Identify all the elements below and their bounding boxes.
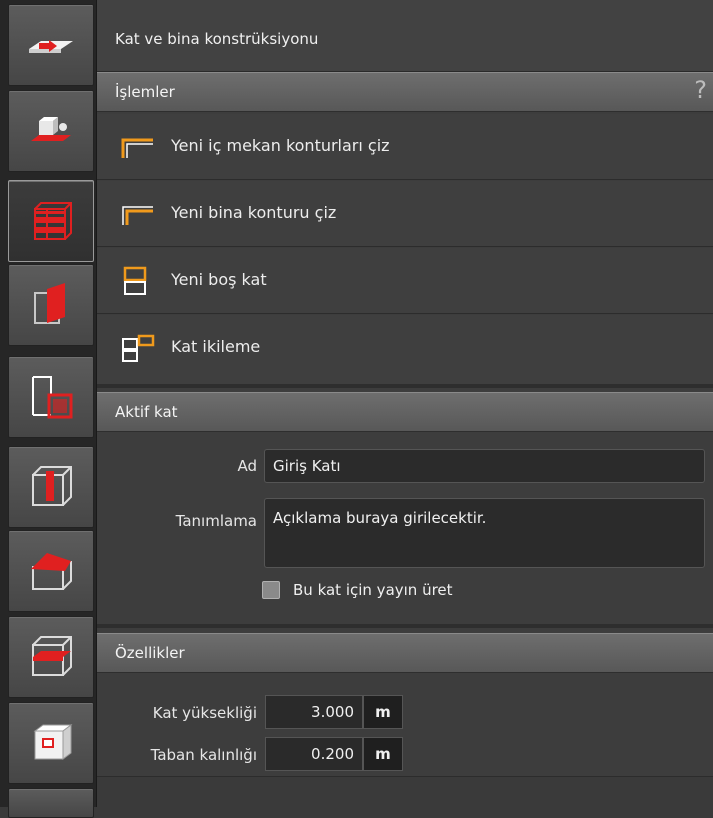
roof-tool-icon <box>31 553 72 590</box>
publish-checkbox-label: Bu kat için yayın üret <box>293 581 453 599</box>
section-divider <box>97 624 713 628</box>
active-floor-header: Aktif kat <box>97 392 713 432</box>
section-divider <box>97 384 713 388</box>
wall-tool-icon <box>34 283 65 324</box>
tool-sidebar <box>0 0 97 818</box>
room-tool-button[interactable] <box>8 356 94 438</box>
room-tool-icon <box>32 376 73 419</box>
column-tool-icon <box>32 466 72 506</box>
floor-description-field[interactable]: Açıklama buraya girilecektir. <box>264 498 705 568</box>
new-empty-floor-button[interactable]: Yeni boş kat <box>97 248 713 314</box>
description-label: Tanımlama <box>175 512 257 530</box>
construction-panel: Kat ve bina konstrüksiyonu İşlemler ? Ye… <box>97 0 713 808</box>
panel-title: Kat ve bina konstrüksiyonu <box>115 30 319 48</box>
base-thickness-input[interactable]: 0.200 <box>265 737 363 771</box>
new-floor-icon <box>123 266 147 295</box>
inner-contour-icon <box>121 138 153 158</box>
roof-tool-button[interactable] <box>8 530 94 612</box>
operations-header: İşlemler ? <box>97 72 713 112</box>
base-thickness-unit: m <box>363 737 403 771</box>
floor-name-field[interactable] <box>264 449 705 483</box>
panel-title-bar: Kat ve bina konstrüksiyonu <box>97 0 713 72</box>
panel-footer <box>97 776 713 808</box>
publish-checkbox[interactable] <box>262 581 280 599</box>
slab-tool-icon <box>32 636 72 676</box>
duplicate-floor-icon <box>122 334 155 362</box>
floor-height-label: Kat yüksekliği <box>152 704 257 722</box>
active-floor-title: Aktif kat <box>115 403 178 421</box>
duplicate-floor-button[interactable]: Kat ikileme <box>97 315 713 384</box>
object-insert-tool-icon <box>31 117 71 141</box>
floor-plan-tool-button[interactable] <box>8 4 94 86</box>
properties-header: Özellikler <box>97 633 713 673</box>
name-label: Ad <box>237 457 257 475</box>
floor-construction-tool-icon <box>34 202 72 240</box>
help-icon[interactable]: ? <box>694 76 707 104</box>
op-label: Yeni boş kat <box>171 270 267 289</box>
floor-construction-tool-button[interactable] <box>8 180 94 262</box>
properties-title: Özellikler <box>115 644 185 662</box>
op-label: Yeni bina konturu çiz <box>171 203 337 222</box>
operations-title: İşlemler <box>115 83 175 101</box>
draw-building-contour-button[interactable]: Yeni bina konturu çiz <box>97 181 713 247</box>
view-tool-icon <box>33 724 73 760</box>
column-tool-button[interactable] <box>8 446 94 528</box>
op-label: Kat ikileme <box>171 337 261 356</box>
draw-inner-contour-button[interactable]: Yeni iç mekan konturları çiz <box>97 114 713 180</box>
floor-height-unit: m <box>363 695 403 729</box>
more-tool-button[interactable] <box>8 788 94 818</box>
object-tool-button[interactable] <box>8 90 94 172</box>
floor-plan-tool-icon <box>29 40 73 53</box>
base-thickness-label: Taban kalınlığı <box>150 746 257 764</box>
slab-tool-button[interactable] <box>8 616 94 698</box>
op-label: Yeni iç mekan konturları çiz <box>171 136 390 155</box>
floor-height-input[interactable]: 3.000 <box>265 695 363 729</box>
building-contour-icon <box>122 206 153 225</box>
wall-tool-button[interactable] <box>8 264 94 346</box>
view-tool-button[interactable] <box>8 702 94 784</box>
